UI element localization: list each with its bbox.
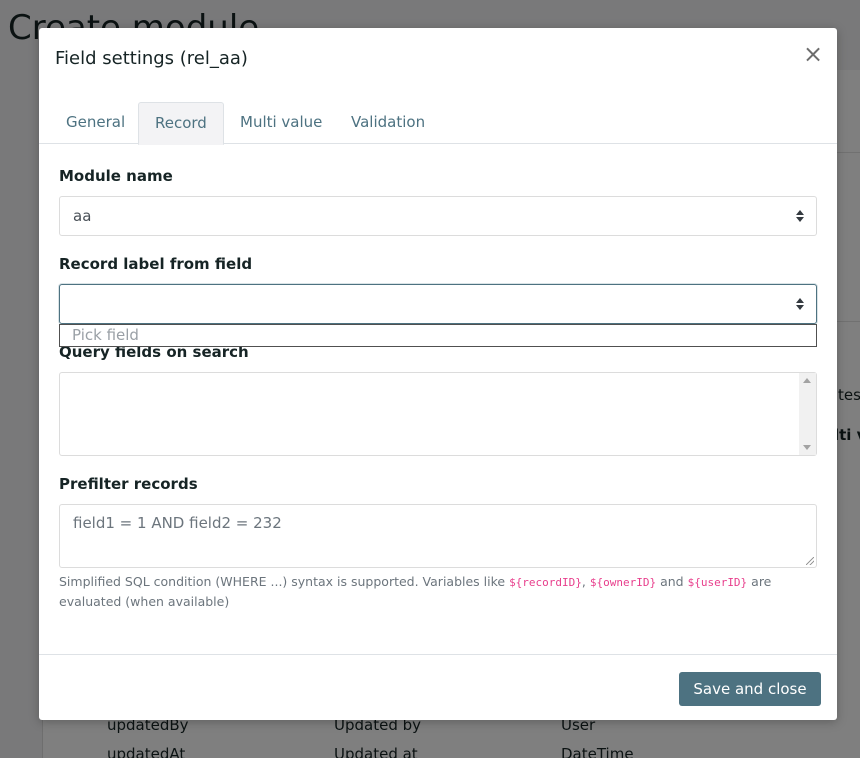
prefilter-placeholder: field1 = 1 AND field2 = 232 [73, 514, 282, 532]
tab-general[interactable]: General [50, 102, 141, 144]
tab-bar: General Record Multi value Validation [39, 102, 837, 145]
help-sep: , [581, 574, 590, 589]
record-label-field-select[interactable] [59, 284, 817, 324]
scroll-up-icon[interactable] [803, 378, 811, 383]
listbox-scrollbar[interactable] [799, 373, 816, 455]
var-record-id: ${recordID} [509, 576, 582, 589]
select-arrows-icon [796, 298, 804, 310]
module-name-select[interactable]: aa [59, 196, 817, 236]
scroll-down-icon[interactable] [803, 445, 811, 450]
record-label-field-label: Record label from field [59, 255, 253, 273]
var-owner-id: ${ownerID} [589, 576, 657, 589]
module-name-value: aa [73, 207, 92, 225]
resize-grip-icon[interactable] [806, 557, 814, 565]
tab-record[interactable]: Record [138, 102, 224, 145]
module-name-label: Module name [59, 167, 173, 185]
prefilter-label: Prefilter records [59, 475, 198, 493]
select-arrows-icon [796, 210, 804, 222]
dropdown-option-pick-field[interactable]: Pick field [59, 324, 817, 347]
field-settings-modal: Field settings (rel_aa) × General Record… [39, 28, 837, 720]
modal-title: Field settings (rel_aa) [55, 48, 248, 69]
help-and: and [656, 574, 688, 589]
close-icon[interactable]: × [803, 42, 823, 66]
help-prefix: Simplified SQL condition (WHERE ...) syn… [59, 574, 510, 589]
modal-footer: Save and close [39, 654, 837, 720]
prefilter-help-text: Simplified SQL condition (WHERE ...) syn… [59, 572, 817, 611]
save-and-close-button[interactable]: Save and close [679, 672, 821, 706]
tab-validation[interactable]: Validation [335, 102, 441, 144]
prefilter-textarea[interactable]: field1 = 1 AND field2 = 232 [59, 504, 817, 568]
query-fields-listbox[interactable] [59, 372, 817, 456]
var-user-id: ${userID} [687, 576, 748, 589]
tab-multi-value[interactable]: Multi value [224, 102, 338, 144]
